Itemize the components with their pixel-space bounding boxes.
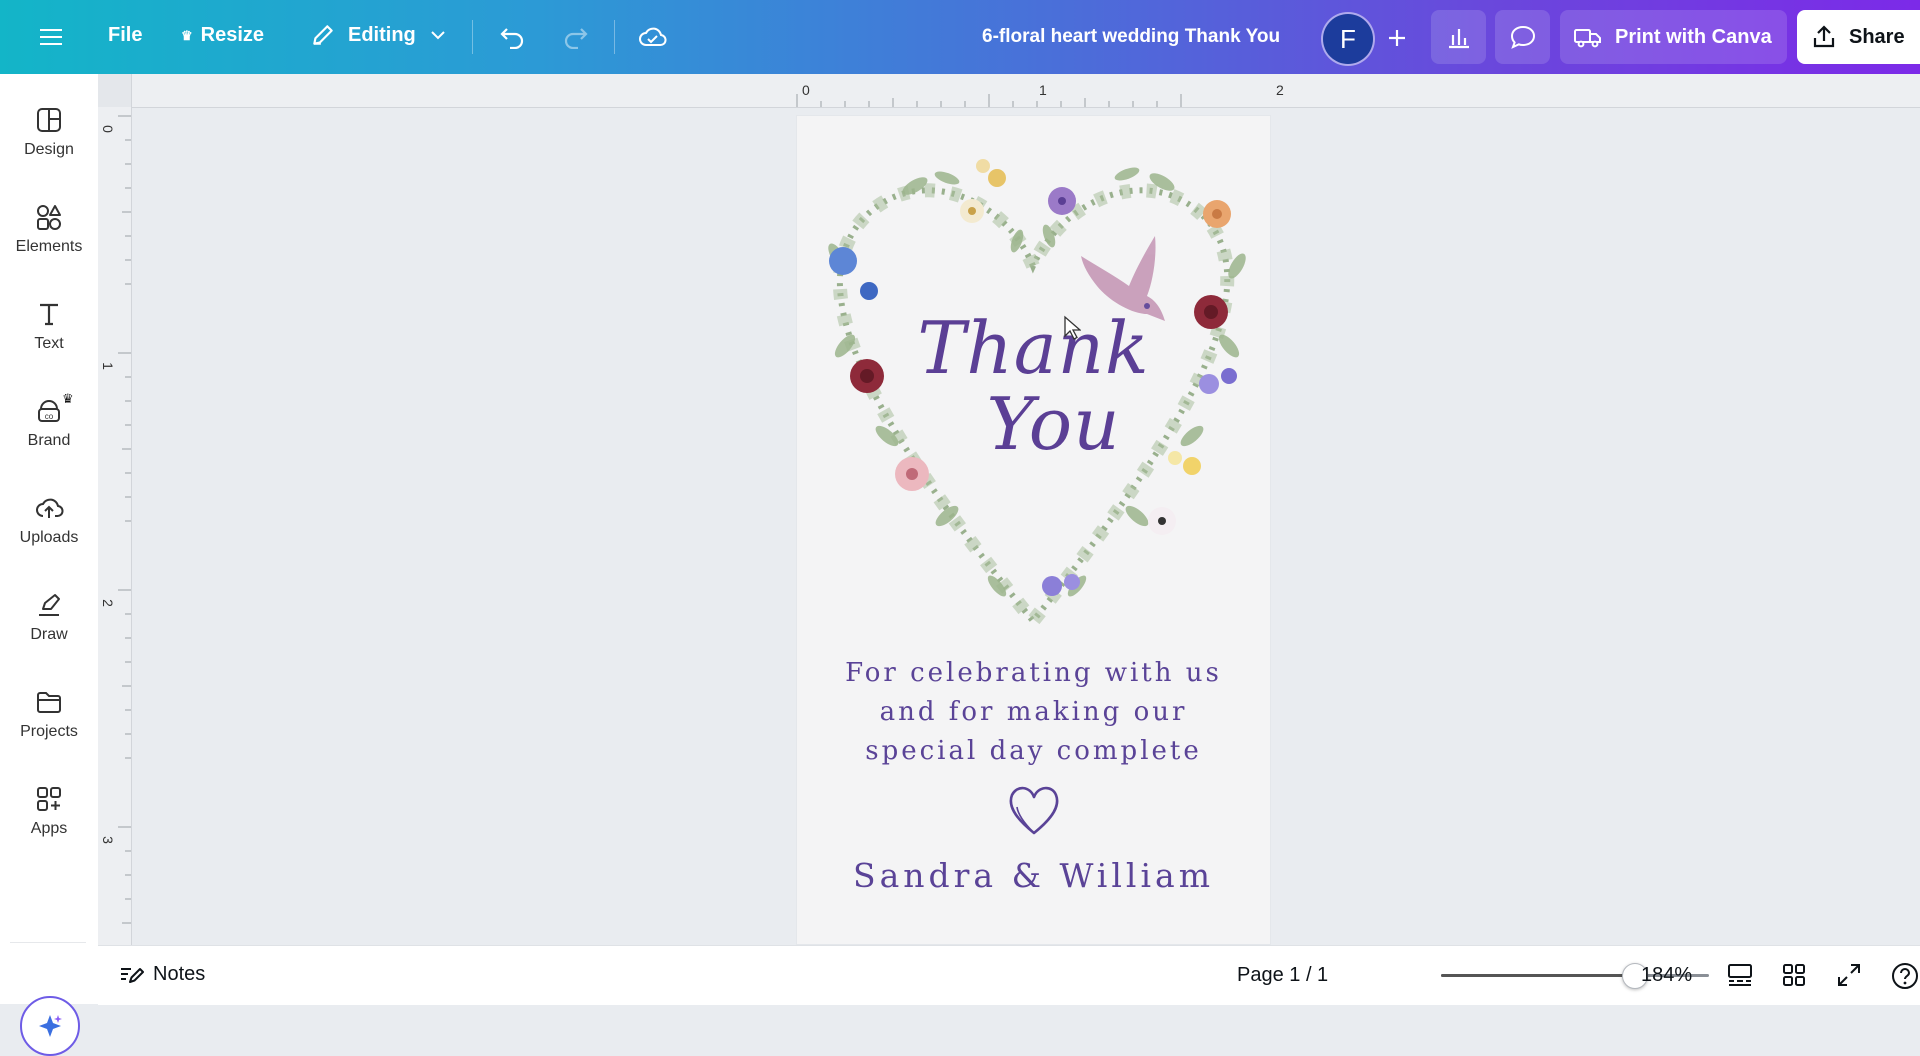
script-title-line2[interactable]: You — [797, 382, 1290, 466]
vertical-ruler: 0 1 2 3 — [98, 107, 132, 945]
help-icon[interactable] — [1890, 961, 1920, 991]
sidebar-divider — [10, 942, 86, 943]
ruler-corner — [98, 74, 132, 108]
sidebar-item-label: Elements — [15, 238, 83, 255]
ruler-label: 2 — [99, 599, 116, 607]
thank-you-message[interactable]: For celebrating with us and for making o… — [827, 654, 1240, 771]
resize-label: Resize — [200, 24, 265, 46]
text-icon — [40, 303, 58, 326]
heart-icon[interactable] — [1004, 781, 1064, 841]
ruler-label: 1 — [1039, 82, 1047, 98]
print-label: Print with Canva — [1615, 25, 1772, 48]
layout-icon — [37, 108, 61, 132]
share-icon — [1813, 25, 1835, 48]
script-title-line1[interactable]: Thank — [797, 306, 1270, 390]
share-label: Share — [1849, 25, 1905, 48]
sidebar-item-elements[interactable]: Elements — [0, 203, 98, 293]
brand-icon: co — [38, 400, 60, 422]
sidebar-item-design[interactable]: Design — [0, 106, 98, 196]
top-toolbar: File ♛ Resize Editing 6-floral heart wed… — [0, 0, 1920, 74]
cloud-upload-icon — [36, 498, 64, 518]
editing-label: Editing — [348, 23, 416, 46]
hamburger-icon[interactable] — [36, 22, 66, 52]
sidebar-item-label: Projects — [20, 723, 78, 740]
sidebar-item-uploads[interactable]: Uploads — [0, 494, 98, 584]
sidebar-item-label: Uploads — [19, 529, 79, 546]
truck-icon — [1574, 29, 1601, 48]
avatar[interactable]: F — [1323, 14, 1373, 64]
zoom-slider-fill — [1441, 974, 1634, 977]
crown-icon: ♛ — [62, 391, 74, 406]
shapes-icon — [37, 205, 61, 230]
comment-icon — [1510, 25, 1535, 49]
ruler-label: 0 — [802, 82, 810, 98]
couple-names[interactable]: Sandra & William — [797, 856, 1270, 895]
notes-icon — [121, 968, 144, 983]
insights-button[interactable] — [1431, 10, 1486, 64]
notes-button[interactable]: Notes — [118, 962, 205, 986]
sidebar-item-label: Draw — [30, 626, 68, 643]
sidebar-item-label: Text — [34, 335, 64, 352]
redo-icon[interactable] — [558, 20, 592, 54]
chevron-down-icon — [431, 31, 445, 40]
zoom-level[interactable]: 184% — [1641, 964, 1692, 987]
cloud-saved-icon[interactable] — [636, 20, 670, 54]
ruler-label: 2 — [1276, 82, 1284, 98]
sidebar-item-label: Brand — [27, 432, 71, 449]
sidebar-item-draw[interactable]: Draw — [0, 591, 98, 681]
fullscreen-icon[interactable] — [1836, 962, 1862, 988]
horizontal-ruler: 0 1 2 — [98, 74, 1920, 108]
magic-assistant-button[interactable] — [20, 996, 80, 1056]
page-indicator[interactable]: Page 1 / 1 — [1237, 964, 1328, 987]
print-with-canva-button[interactable]: Print with Canva — [1560, 10, 1787, 64]
bottom-bar: Notes Page 1 / 1 184% — [98, 945, 1920, 1005]
sidebar-item-label: Design — [24, 141, 74, 158]
mouse-cursor-icon — [1064, 315, 1081, 340]
folder-icon — [37, 692, 61, 713]
grid-view-icon[interactable] — [1781, 962, 1807, 988]
editing-mode-dropdown[interactable]: Editing — [310, 22, 446, 48]
ruler-label: 3 — [99, 836, 116, 844]
sidebar-item-projects[interactable]: Projects — [0, 688, 98, 778]
ruler-label: 0 — [99, 125, 116, 133]
sidebar-item-text[interactable]: Text — [0, 300, 98, 390]
svg-text:co: co — [45, 412, 54, 421]
crown-icon: ♛ — [181, 27, 193, 43]
draw-icon — [39, 594, 60, 616]
left-sidebar: Design Elements Text ♛ co Brand Uploads … — [0, 74, 99, 1056]
notes-label: Notes — [153, 962, 206, 985]
bar-chart-icon — [1448, 29, 1469, 49]
comments-button[interactable] — [1495, 10, 1550, 64]
page-view-icon[interactable] — [1726, 962, 1754, 988]
apps-icon — [37, 787, 61, 811]
sidebar-item-label: Apps — [30, 820, 68, 837]
design-page[interactable]: Thank You For celebrating with us and fo… — [797, 116, 1270, 944]
resize-button[interactable]: ♛ Resize — [181, 24, 264, 47]
undo-icon[interactable] — [496, 20, 530, 54]
document-title[interactable]: 6-floral heart wedding Thank You — [982, 26, 1280, 48]
add-collaborator-icon[interactable] — [1381, 22, 1413, 54]
file-menu[interactable]: File — [108, 24, 142, 47]
sparkle-icon — [39, 1015, 62, 1037]
pencil-icon — [313, 25, 333, 45]
sidebar-item-apps[interactable]: Apps — [0, 785, 98, 875]
share-button[interactable]: Share — [1797, 10, 1920, 64]
ruler-label: 1 — [99, 362, 116, 370]
sidebar-item-brand[interactable]: ♛ co Brand — [0, 391, 98, 487]
